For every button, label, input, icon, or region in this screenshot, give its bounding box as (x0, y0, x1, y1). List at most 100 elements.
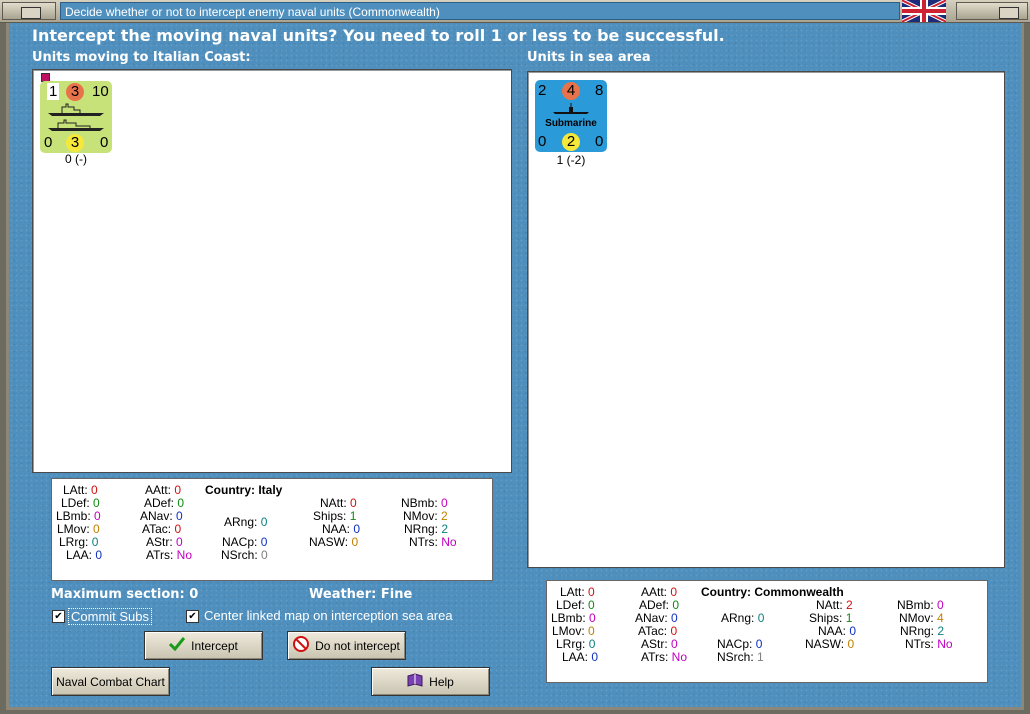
stat-ntrs: NTrs: No (905, 637, 953, 651)
stat-value: 0 (670, 624, 678, 638)
stat-value: 0 (95, 548, 103, 562)
stat-value: 0 (174, 522, 182, 536)
stat-ntrs: NTrs: No (409, 535, 457, 549)
stat-value: 0 (260, 535, 268, 549)
commit-subs-label[interactable]: Commit Subs (68, 608, 153, 625)
stat-value: 0 (176, 509, 183, 523)
do-not-intercept-button[interactable]: Do not intercept (287, 631, 406, 660)
stat-nacp: NACp: 0 (717, 637, 763, 651)
close-icon (999, 7, 1019, 19)
stat-nasw: NASW: 0 (805, 637, 855, 651)
checkmark-icon (169, 637, 186, 654)
stat-arng: ARng: 0 (721, 611, 765, 625)
stat-value: 0 (671, 637, 678, 651)
window-icon (21, 7, 41, 19)
counter-bottom-mid: 3 (66, 134, 84, 152)
stat-value: 0 (260, 515, 268, 529)
stat-nasw: NASW: 0 (309, 535, 359, 549)
stat-value: 0 (849, 624, 857, 638)
center-map-checkbox[interactable]: ✔ (186, 610, 199, 623)
submarine-silhouette-icon (553, 103, 589, 114)
stat-value: 0 (93, 522, 100, 536)
stat-value: 0 (671, 611, 678, 625)
intercept-button-label: Intercept (191, 638, 238, 653)
stat-value: 2 (937, 624, 945, 638)
counter-bottom-right: 0 (595, 133, 604, 150)
stat-nacp: NACp: 0 (222, 535, 268, 549)
weather-text: Weather: Fine (309, 587, 413, 602)
stat-latt: LAtt: 0 (560, 585, 595, 599)
system-menu-button[interactable] (2, 2, 56, 20)
max-section-text: Maximum section: 0 (51, 587, 199, 602)
stat-latt: LAtt: 0 (63, 483, 98, 497)
counter-top-mid: 4 (562, 82, 580, 100)
stat-ships: Ships: 1 (313, 509, 357, 523)
commit-subs-checkbox[interactable]: ✔ (52, 610, 65, 623)
stat-value: No (937, 637, 953, 651)
stat-atrs: ATrs: No (146, 548, 193, 562)
counter-bottom-mid: 2 (562, 133, 580, 151)
moving-units-label: Units moving to Italian Coast: (32, 50, 251, 65)
stat-value: 0 (847, 637, 855, 651)
stat-lmov: LMov: 0 (57, 522, 100, 536)
commonwealth-country-label: Country: Commonwealth (701, 585, 844, 599)
counter-top-left: 2 (538, 82, 547, 99)
stat-value: 2 (441, 509, 448, 523)
stat-value: 0 (353, 522, 361, 536)
stat-value: No (671, 650, 688, 664)
moving-units-panel: 1 3 10 0 3 0 0 (-) (32, 69, 512, 473)
help-button-label: Help (429, 674, 454, 689)
italian-ship-counter[interactable]: 1 3 10 0 3 0 (40, 81, 112, 153)
uk-flag-icon (902, 0, 946, 22)
stat-natt: NAtt: 2 (816, 598, 853, 612)
dialog-heading: Intercept the moving naval units? You ne… (32, 26, 725, 45)
commonwealth-stats-panel: LAtt: 0 LDef: 0 LBmb: 0 LMov: 0 LRrg: 0 … (546, 580, 988, 683)
stat-adef: ADef: 0 (639, 598, 680, 612)
stat-lrrg: LRrg: 0 (59, 535, 99, 549)
stat-astr: AStr: 0 (146, 535, 183, 549)
window-title: Decide whether or not to intercept enemy… (60, 2, 900, 20)
stat-value: 0 (261, 548, 268, 562)
counter-top-left: 1 (47, 83, 60, 100)
stat-lbmb: LBmb: 0 (551, 611, 596, 625)
stat-aatt: AAtt: 0 (145, 483, 182, 497)
stat-laa: LAA: 0 (562, 650, 599, 664)
stat-value: 0 (591, 650, 599, 664)
stat-value: 0 (350, 496, 357, 510)
stat-laa: LAA: 0 (66, 548, 103, 562)
stat-nmov: NMov: 4 (899, 611, 944, 625)
title-bar: Decide whether or not to intercept enemy… (0, 0, 1030, 23)
help-button[interactable]: Help (371, 667, 490, 696)
stat-value: 0 (93, 496, 100, 510)
submarine-counter[interactable]: 2 4 8 Submarine 0 2 0 (535, 80, 607, 152)
italy-stats-panel: LAtt: 0 LDef: 0 LBmb: 0 LMov: 0 LRrg: 0 … (51, 478, 493, 581)
stat-value: 2 (846, 598, 853, 612)
stat-nrng: NRng: 2 (404, 522, 449, 536)
no-entry-icon (293, 636, 310, 655)
counter-bottom-left: 0 (44, 134, 53, 151)
stat-value: 0 (588, 637, 596, 651)
stat-value: 0 (588, 585, 595, 599)
stat-value: 0 (672, 598, 680, 612)
battleship-silhouette-icon (48, 103, 104, 131)
stat-nrng: NRng: 2 (900, 624, 945, 638)
stat-value: 0 (94, 509, 101, 523)
stat-value: 1 (757, 650, 764, 664)
counter-bottom-right: 0 (100, 134, 109, 151)
stat-nbmb: NBmb: 0 (897, 598, 944, 612)
stat-value: 0 (91, 535, 99, 549)
stat-nmov: NMov: 2 (403, 509, 448, 523)
stat-value: 0 (441, 496, 448, 510)
italy-country-label: Country: Italy (205, 483, 283, 497)
stat-lmov: LMov: 0 (552, 624, 595, 638)
stat-value: 1 (349, 509, 357, 523)
naval-combat-chart-button[interactable]: Naval Combat Chart (51, 667, 170, 696)
stat-value: 0 (588, 598, 595, 612)
close-button[interactable] (956, 2, 1028, 20)
stat-naa: NAA: 0 (818, 624, 857, 638)
stat-value: No (176, 548, 193, 562)
intercept-button[interactable]: Intercept (144, 631, 263, 660)
stat-value: 0 (589, 611, 596, 625)
center-map-label[interactable]: Center linked map on interception sea ar… (204, 608, 453, 623)
naval-combat-chart-label: Naval Combat Chart (56, 674, 165, 689)
